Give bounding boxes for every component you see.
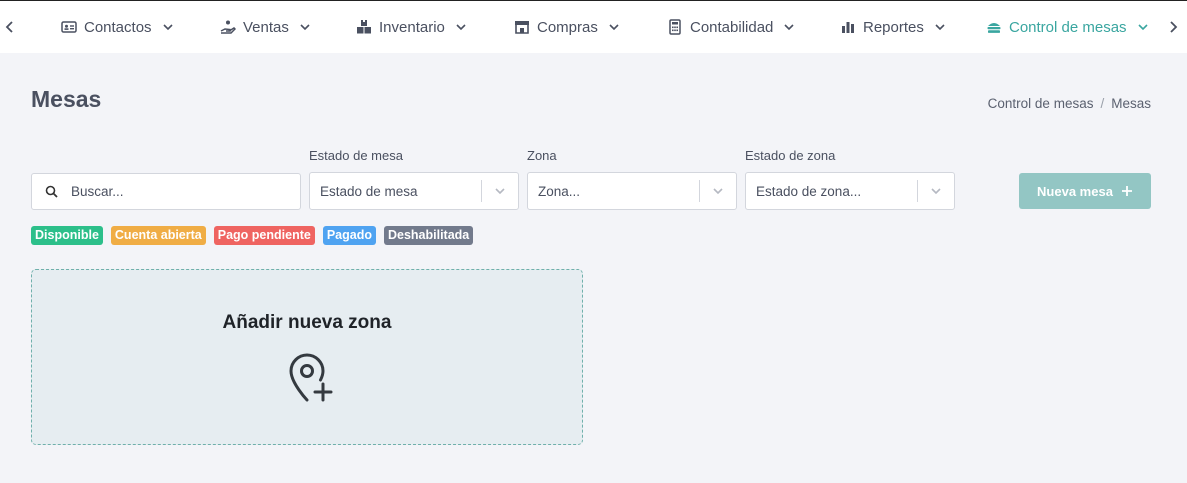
breadcrumb: Control de mesas / Mesas bbox=[988, 96, 1151, 111]
nav-scroll-right-button[interactable] bbox=[1163, 1, 1183, 53]
chevron-down-icon bbox=[935, 22, 945, 32]
badge-cuenta-abierta: Cuenta abierta bbox=[110, 226, 206, 245]
breadcrumb-item-mesas: Mesas bbox=[1111, 96, 1151, 111]
badge-disponible: Disponible bbox=[31, 226, 103, 245]
nueva-mesa-button[interactable]: Nueva mesa bbox=[1019, 173, 1151, 209]
badge-pagado: Pagado bbox=[322, 226, 376, 245]
nav-item-label: Inventario bbox=[379, 18, 445, 36]
nav-item-contactos[interactable]: Contactos bbox=[60, 1, 173, 53]
chevron-down-icon bbox=[162, 22, 173, 32]
chevron-down-icon bbox=[609, 22, 619, 32]
nav-item-label: Control de mesas bbox=[1009, 18, 1127, 36]
zona-select[interactable]: Zona... bbox=[527, 172, 737, 210]
estado-mesa-select[interactable]: Estado de mesa bbox=[309, 172, 519, 210]
calculator-icon bbox=[666, 19, 683, 36]
nav-item-label: Compras bbox=[537, 18, 598, 36]
estado-mesa-value: Estado de mesa bbox=[320, 183, 418, 199]
nav-item-control-de-mesas[interactable]: Control de mesas bbox=[985, 1, 1148, 53]
nav-item-contabilidad[interactable]: Contabilidad bbox=[666, 1, 794, 53]
bar-chart-icon bbox=[839, 19, 856, 36]
chevron-down-icon bbox=[700, 185, 736, 197]
store-icon bbox=[513, 19, 530, 36]
chevron-right-icon bbox=[1170, 21, 1178, 33]
table-icon bbox=[985, 19, 1002, 36]
zona-label: Zona bbox=[527, 148, 557, 163]
chevron-down-icon bbox=[918, 185, 954, 197]
badge-deshabilitada: Deshabilitada bbox=[383, 226, 474, 245]
breadcrumb-item-control-de-mesas[interactable]: Control de mesas bbox=[988, 96, 1094, 111]
map-pin-plus-icon bbox=[289, 353, 333, 402]
estado-zona-label: Estado de zona bbox=[745, 148, 836, 163]
add-zone-card[interactable]: Añadir nueva zona bbox=[31, 269, 583, 445]
breadcrumb-separator: / bbox=[1100, 96, 1105, 111]
badge-pago-pendiente: Pago pendiente bbox=[213, 226, 315, 245]
search-icon bbox=[45, 185, 58, 198]
page-title: Mesas bbox=[31, 86, 102, 112]
add-zone-title: Añadir nueva zona bbox=[222, 312, 392, 333]
zona-value: Zona... bbox=[538, 183, 581, 199]
plus-icon bbox=[1121, 186, 1132, 196]
nav-item-inventario[interactable]: Inventario bbox=[355, 1, 466, 53]
nueva-mesa-label: Nueva mesa bbox=[1037, 183, 1113, 199]
chevron-down-icon bbox=[784, 22, 794, 32]
chevron-down-icon bbox=[1137, 22, 1148, 32]
hand-money-icon bbox=[219, 19, 236, 36]
search-box bbox=[31, 173, 301, 210]
chevron-down-icon bbox=[300, 22, 310, 32]
chevron-down-icon bbox=[482, 185, 518, 197]
boxes-icon bbox=[355, 19, 372, 36]
nav-item-compras[interactable]: Compras bbox=[513, 1, 619, 53]
status-legend: Disponible Cuenta abierta Pago pendiente… bbox=[31, 226, 474, 245]
chevron-down-icon bbox=[456, 22, 466, 32]
estado-zona-value: Estado de zona... bbox=[756, 183, 862, 199]
contacts-card-icon bbox=[60, 19, 77, 36]
top-navbar: Contactos Ventas Inventario Compras Cont… bbox=[0, 1, 1187, 53]
nav-scroll-left-button[interactable] bbox=[0, 1, 20, 53]
nav-item-label: Ventas bbox=[243, 18, 289, 36]
nav-item-ventas[interactable]: Ventas bbox=[219, 1, 310, 53]
estado-zona-select[interactable]: Estado de zona... bbox=[745, 172, 955, 210]
nav-item-label: Reportes bbox=[863, 18, 924, 36]
nav-item-label: Contabilidad bbox=[690, 18, 774, 36]
search-input[interactable] bbox=[71, 184, 271, 199]
nav-item-reportes[interactable]: Reportes bbox=[839, 1, 945, 53]
estado-mesa-label: Estado de mesa bbox=[309, 148, 403, 163]
nav-item-label: Contactos bbox=[84, 18, 152, 36]
chevron-left-icon bbox=[5, 21, 13, 33]
